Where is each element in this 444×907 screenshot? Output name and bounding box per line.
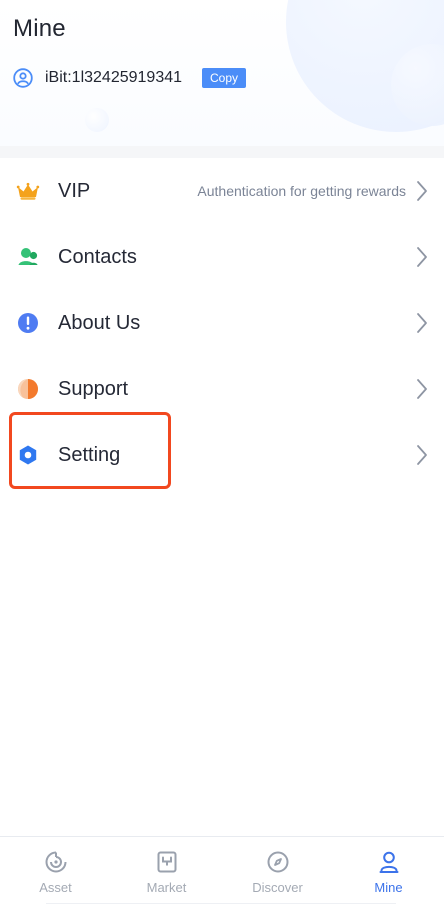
user-id-row: iBit:1l32425919341 Copy [13, 66, 247, 90]
menu-label-vip: VIP [58, 179, 91, 202]
chevron-right-icon [416, 246, 428, 268]
tab-market[interactable]: Market [111, 837, 222, 907]
chevron-right-icon [416, 378, 428, 400]
market-icon [153, 848, 181, 876]
menu-item-contacts[interactable]: Contacts [0, 224, 444, 290]
profile-menu: VIP Authentication for getting rewards C… [0, 158, 444, 488]
tab-label-asset: Asset [39, 880, 72, 895]
chevron-right-icon [416, 312, 428, 334]
profile-header: Mine iBit:1l32425919341 Copy [0, 0, 444, 146]
menu-item-vip[interactable]: VIP Authentication for getting rewards [0, 158, 444, 224]
contacts-icon [16, 245, 40, 269]
bottom-divider-line [46, 903, 396, 904]
menu-label-setting: Setting [58, 443, 121, 466]
bottom-tab-bar: Asset Market Discover Mine [0, 836, 444, 907]
tab-mine[interactable]: Mine [333, 837, 444, 907]
menu-label-contacts: Contacts [58, 245, 137, 268]
settings-hexagon-icon [16, 443, 40, 467]
tab-label-market: Market [146, 880, 187, 895]
user-circle-icon [13, 68, 33, 88]
chevron-right-icon [416, 444, 428, 466]
user-id-text: iBit:1l32425919341 [45, 69, 183, 86]
profile-icon [375, 848, 403, 876]
header-decoration-circle-large [286, 0, 444, 132]
menu-item-setting[interactable]: Setting [0, 422, 444, 488]
copy-button[interactable]: Copy [202, 68, 247, 88]
header-decoration-circle-small [85, 108, 109, 132]
chevron-right-icon [416, 180, 428, 202]
crown-icon [16, 179, 40, 203]
tab-discover[interactable]: Discover [222, 837, 333, 907]
tab-label-discover: Discover [252, 880, 303, 895]
menu-item-support[interactable]: Support [0, 356, 444, 422]
support-icon [16, 377, 40, 401]
section-divider [0, 146, 444, 158]
menu-item-about-us[interactable]: About Us [0, 290, 444, 356]
mine-page: Mine iBit:1l32425919341 Copy VIP Authent… [0, 0, 444, 907]
page-title: Mine [13, 15, 66, 42]
tab-label-mine: Mine [374, 880, 403, 895]
vip-hint-text: Authentication for getting rewards [197, 183, 406, 199]
menu-label-about-us: About Us [58, 311, 141, 334]
menu-label-support: Support [58, 377, 129, 400]
tab-asset[interactable]: Asset [0, 837, 111, 907]
header-decoration-circle-medium [391, 44, 444, 126]
discover-icon [264, 848, 292, 876]
asset-icon [42, 848, 70, 876]
info-icon [16, 311, 40, 335]
